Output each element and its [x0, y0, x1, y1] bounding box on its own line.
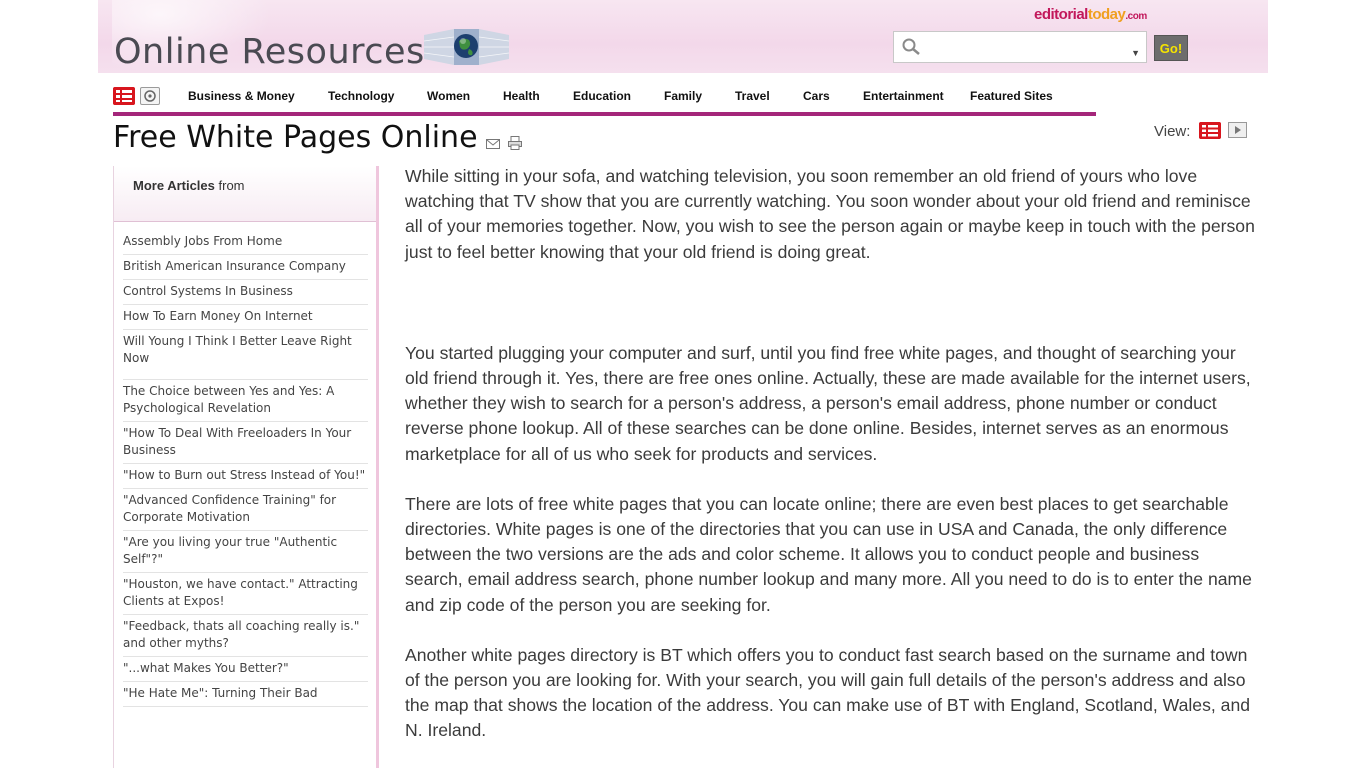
sidebar-link[interactable]: "How To Deal With Freeloaders In Your Bu…: [123, 422, 368, 464]
article-body: While sitting in your sofa, and watching…: [405, 164, 1255, 769]
brand-part-3: .com: [1125, 11, 1147, 22]
sidebar-link[interactable]: "...what Makes You Better?": [123, 657, 368, 682]
sidebar-link[interactable]: "Houston, we have contact." Attracting C…: [123, 573, 368, 615]
sidebar-heading: More Articles from: [114, 166, 376, 222]
email-icon[interactable]: [486, 138, 500, 150]
sidebar-link[interactable]: Control Systems In Business: [123, 280, 368, 305]
sidebar-link[interactable]: The Choice between Yes and Yes: A Psycho…: [123, 380, 368, 422]
sidebar: More Articles from Assembly Jobs From Ho…: [113, 166, 379, 768]
sidebar-heading-bold: More Articles: [133, 178, 215, 193]
view-label: View:: [1154, 123, 1191, 140]
nav-family[interactable]: Family: [664, 89, 702, 103]
sidebar-link[interactable]: "He Hate Me": Turning Their Bad: [123, 682, 368, 707]
brand-logo[interactable]: editorialtoday.com: [1034, 6, 1147, 23]
go-button[interactable]: Go!: [1154, 35, 1188, 61]
article-tools: [486, 136, 523, 155]
brand-part-1: editorial: [1034, 6, 1088, 23]
brand-part-2: today: [1087, 6, 1126, 23]
sidebar-link[interactable]: "How to Burn out Stress Instead of You!": [123, 464, 368, 489]
sidebar-link[interactable]: "Are you living your true "Authentic Sel…: [123, 531, 368, 573]
nav-health[interactable]: Health: [503, 89, 540, 103]
dropdown-arrow-icon[interactable]: ▼: [1131, 48, 1140, 58]
globe-logo-icon: [424, 29, 509, 65]
nav-featured-sites[interactable]: Featured Sites: [970, 89, 1053, 103]
page-title: Free White Pages Online: [113, 120, 478, 155]
nav-travel[interactable]: Travel: [735, 89, 770, 103]
search-field[interactable]: ▼: [893, 31, 1147, 63]
nav-entertainment[interactable]: Entertainment: [863, 89, 944, 103]
sidebar-list: Assembly Jobs From Home British American…: [114, 230, 376, 707]
view-video-icon[interactable]: [1228, 122, 1247, 138]
article-paragraph: Another white pages directory is BT whic…: [405, 644, 1251, 741]
article-paragraph: While sitting in your sofa, and watching…: [405, 166, 1255, 262]
sidebar-link[interactable]: British American Insurance Company: [123, 255, 368, 280]
sidebar-link[interactable]: Will Young I Think I Better Leave Right …: [123, 330, 368, 380]
article-paragraph: There are lots of free white pages that …: [405, 493, 1252, 615]
globe-nav-icon[interactable]: [140, 87, 160, 105]
sidebar-link[interactable]: Assembly Jobs From Home: [123, 230, 368, 255]
nav-education[interactable]: Education: [573, 89, 631, 103]
view-list-icon[interactable]: [1199, 122, 1221, 139]
sidebar-link[interactable]: "Advanced Confidence Training" for Corpo…: [123, 489, 368, 531]
list-view-icon[interactable]: [113, 87, 135, 105]
print-icon[interactable]: [508, 136, 523, 150]
main-nav: Business & Money Technology Women Health…: [113, 86, 1096, 116]
search-icon: [902, 38, 920, 55]
sidebar-link[interactable]: How To Earn Money On Internet: [123, 305, 368, 330]
sidebar-link[interactable]: "Feedback, thats all coaching really is.…: [123, 615, 368, 657]
article-paragraph: You started plugging your computer and s…: [405, 342, 1251, 464]
nav-technology[interactable]: Technology: [328, 89, 394, 103]
site-title[interactable]: Online Resources: [114, 32, 425, 72]
nav-business-money[interactable]: Business & Money: [188, 89, 295, 103]
nav-women[interactable]: Women: [427, 89, 470, 103]
sidebar-heading-rest: from: [214, 178, 245, 193]
search-input[interactable]: [928, 36, 1132, 58]
site-header: Online Resources editorialtoday.com ▼ Go…: [98, 0, 1268, 73]
nav-cars[interactable]: Cars: [803, 89, 830, 103]
